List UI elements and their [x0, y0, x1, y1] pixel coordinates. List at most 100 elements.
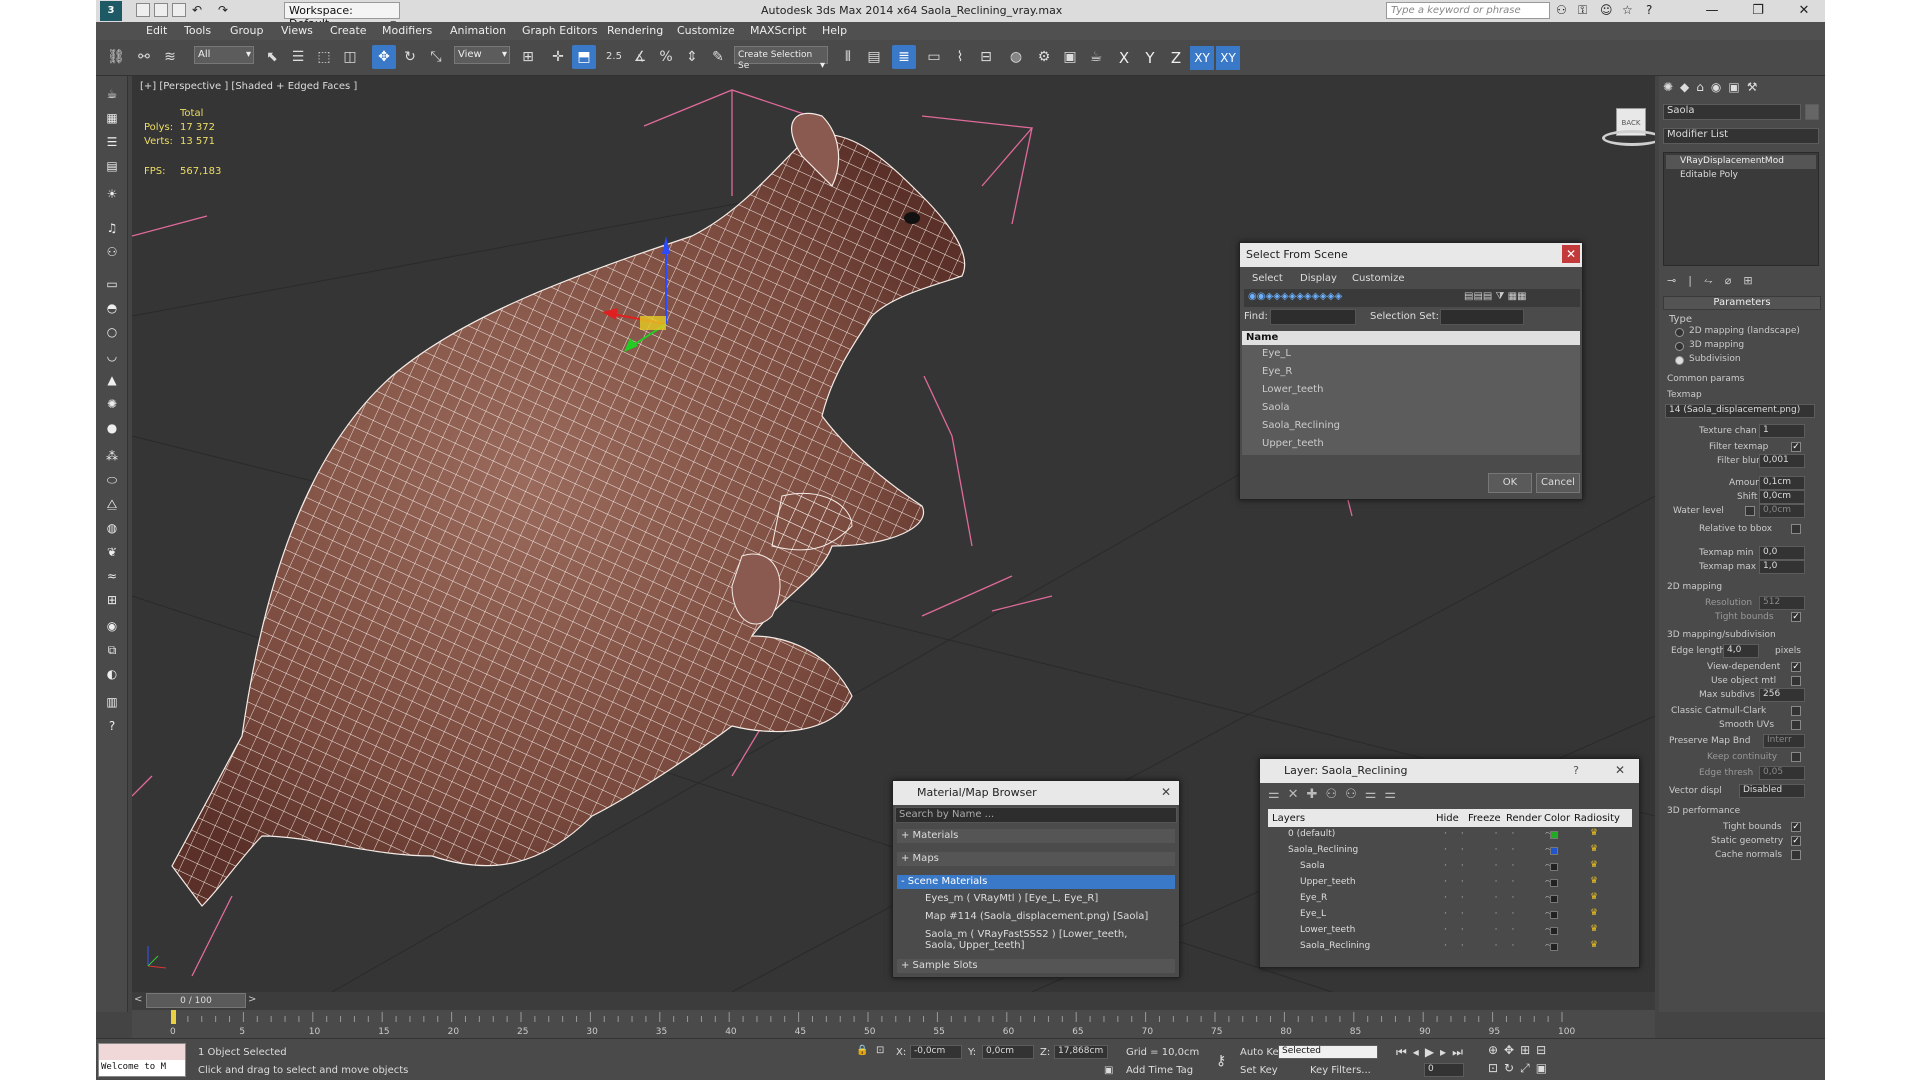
resolution-spinner[interactable]: 512 — [1759, 596, 1805, 610]
stack-item-vray-displacement[interactable]: VRayDisplacementMod — [1666, 155, 1816, 169]
material-editor-icon[interactable]: ◍ — [1004, 45, 1028, 69]
vector-displ-dropdown[interactable]: Disabled — [1739, 784, 1805, 798]
use-object-mtl-checkbox[interactable] — [1791, 676, 1801, 686]
object-color-swatch[interactable] — [1805, 104, 1819, 120]
layer-color-swatch[interactable] — [1550, 863, 1558, 871]
smooth-uvs-checkbox[interactable] — [1791, 720, 1801, 730]
pill-icon[interactable]: ⬭ — [102, 470, 122, 490]
named-selection-set-dropdown[interactable]: Create Selection Se ▾ — [734, 46, 828, 71]
curve-editor-icon[interactable]: ⌇ — [948, 45, 972, 69]
graphite-ribbon-icon[interactable]: ▭ — [922, 45, 946, 69]
column-layers[interactable]: Layers — [1272, 813, 1305, 824]
layer-row[interactable]: Eye_R ·· ·· ⤳ ♛ — [1268, 891, 1632, 907]
plant-icon[interactable]: ❦ — [102, 542, 122, 562]
menu-group[interactable]: Group — [230, 24, 264, 37]
grid-icon[interactable]: ⊞ — [102, 590, 122, 610]
window-crossing-icon[interactable]: ◫ — [338, 45, 362, 69]
close-icon[interactable]: ✕ — [1611, 761, 1629, 779]
column-freeze[interactable]: Freeze — [1468, 813, 1501, 824]
relative-to-bbox-checkbox[interactable] — [1791, 524, 1801, 534]
layer-toggles[interactable]: ·· ·· ⤳ — [1444, 877, 1566, 887]
layer-row[interactable]: Saola_Reclining ·· ·· ⤳ ♛ — [1268, 843, 1632, 859]
static-geometry-checkbox[interactable]: ✓ — [1791, 836, 1801, 846]
perspective-viewport[interactable]: [+] [Perspective ] [Shaded + Edged Faces… — [132, 76, 1655, 992]
layer-toggles[interactable]: ·· ·· ⤳ — [1444, 861, 1566, 871]
menu-edit[interactable]: Edit — [146, 24, 167, 37]
rotate-icon[interactable]: ↻ — [398, 45, 422, 69]
tight-bounds2-checkbox[interactable]: ✓ — [1791, 822, 1801, 832]
menu-help[interactable]: Help — [822, 24, 847, 37]
layer-row[interactable]: Upper_teeth ·· ·· ⤳ ♛ — [1268, 875, 1632, 891]
close-icon[interactable]: ✕ — [1562, 245, 1580, 263]
edge-thresh-spinner[interactable]: 0,05 — [1759, 766, 1805, 780]
constrain-y-button[interactable]: Y — [1138, 46, 1162, 70]
tab-select[interactable]: Select — [1252, 273, 1283, 284]
sound-icon[interactable]: ♫ — [102, 218, 122, 238]
layer-color-swatch[interactable] — [1550, 927, 1558, 935]
layer-row[interactable]: Saola_Reclining ·· ·· ⤳ ♛ — [1268, 939, 1632, 955]
layer-row[interactable]: Eye_L ·· ·· ⤳ ♛ — [1268, 907, 1632, 923]
menu-modifiers[interactable]: Modifiers — [382, 24, 432, 37]
ok-button[interactable]: OK — [1488, 473, 1532, 493]
maxscript-input[interactable] — [99, 1044, 185, 1060]
close-icon[interactable]: ✕ — [1157, 783, 1175, 801]
viewcube[interactable]: BACK — [1602, 100, 1655, 150]
constrain-xy-button[interactable]: XY — [1190, 46, 1214, 70]
add-time-tag[interactable]: Add Time Tag — [1126, 1065, 1193, 1076]
menu-graph-editors[interactable]: Graph Editors — [522, 24, 598, 37]
layer-color-swatch[interactable] — [1550, 895, 1558, 903]
select-by-name-icon[interactable]: ☰ — [286, 45, 310, 69]
snaps-toggle-icon[interactable]: 2.5 — [602, 45, 626, 69]
redo-icon[interactable]: ↷ — [218, 3, 228, 17]
layer-color-swatch[interactable] — [1550, 879, 1558, 887]
layer-toggles[interactable]: ·· ·· ⤳ — [1444, 909, 1566, 919]
tight-bounds-checkbox[interactable]: ✓ — [1791, 612, 1801, 622]
layer-toggles[interactable]: ·· ·· ⤳ — [1444, 893, 1566, 903]
stack-tools[interactable]: ⊸|⥊⌀⊞ — [1667, 274, 1765, 288]
user-icon[interactable]: ☺ — [1600, 3, 1613, 17]
select-object-icon[interactable]: ⬉ — [260, 45, 284, 69]
selection-filter-dropdown[interactable]: All ▾ — [194, 46, 254, 64]
help-button[interactable]: ? — [1573, 764, 1579, 777]
menu-rendering[interactable]: Rendering — [607, 24, 663, 37]
ball-icon[interactable]: ◉ — [102, 616, 122, 636]
edit-named-selection-icon[interactable]: ✎ — [706, 45, 730, 69]
tab-display[interactable]: Display — [1300, 273, 1337, 284]
layer-toolbar-icons[interactable]: ⚌✕✚⚇⚇⚌⚌ — [1268, 787, 1404, 802]
render-setup-icon[interactable]: ⚙ — [1032, 45, 1056, 69]
schematic-view-icon[interactable]: ⊟ — [974, 45, 998, 69]
key-icon[interactable]: ⚷ — [1216, 1053, 1226, 1069]
light-icon[interactable]: ☀ — [102, 184, 122, 204]
time-tag-icon[interactable]: ▣ — [1104, 1065, 1113, 1076]
table-icon[interactable]: ▤ — [102, 156, 122, 176]
object-name-input[interactable]: Saola — [1663, 104, 1801, 120]
time-cursor[interactable] — [171, 1010, 176, 1024]
list-item[interactable]: Lower_teeth — [1244, 381, 1578, 399]
transform-icon[interactable]: ⧉ — [102, 640, 122, 660]
list-item[interactable]: Eye_L — [1244, 345, 1578, 363]
maximize-button[interactable]: ❐ — [1738, 0, 1778, 22]
lock-icon[interactable]: 🔒 — [856, 1045, 868, 1056]
reference-coord-dropdown[interactable]: View ▾ — [454, 46, 510, 64]
question-icon[interactable]: ? — [102, 716, 122, 736]
column-radiosity[interactable]: Radiosity — [1574, 813, 1620, 824]
layer-toggles[interactable]: ·· ·· ⤳ — [1444, 941, 1566, 951]
key-mode-dropdown[interactable]: Selected — [1278, 1045, 1378, 1059]
sphere-icon[interactable]: ● — [102, 418, 122, 438]
constrain-xy-cycle-button[interactable]: XY — [1216, 46, 1240, 70]
layer-color-swatch[interactable] — [1550, 847, 1558, 855]
constrain-x-button[interactable]: X — [1112, 46, 1136, 70]
view-dependent-checkbox[interactable]: ✓ — [1791, 662, 1801, 672]
layer-row[interactable]: Saola ·· ·· ⤳ ♛ — [1268, 859, 1632, 875]
teapot-icon[interactable]: ☕ — [102, 84, 122, 104]
menu-animation[interactable]: Animation — [450, 24, 506, 37]
texmap-min-spinner[interactable]: 0,0 — [1759, 546, 1805, 560]
menu-create[interactable]: Create — [330, 24, 367, 37]
sphere-primitive-icon[interactable]: ◓ — [102, 298, 122, 318]
max-subdivs-spinner[interactable]: 256 — [1759, 688, 1805, 702]
filter-texmap-checkbox[interactable]: ✓ — [1791, 442, 1801, 452]
bones-icon[interactable]: ⚇ — [102, 242, 122, 262]
list-item[interactable]: Eyes_m ( VRayMtl ) [Eye_L, Eye_R] — [907, 891, 1175, 907]
y-coordinate[interactable]: 0,0cm — [982, 1045, 1034, 1059]
time-slider-prev[interactable]: < — [134, 994, 142, 1005]
